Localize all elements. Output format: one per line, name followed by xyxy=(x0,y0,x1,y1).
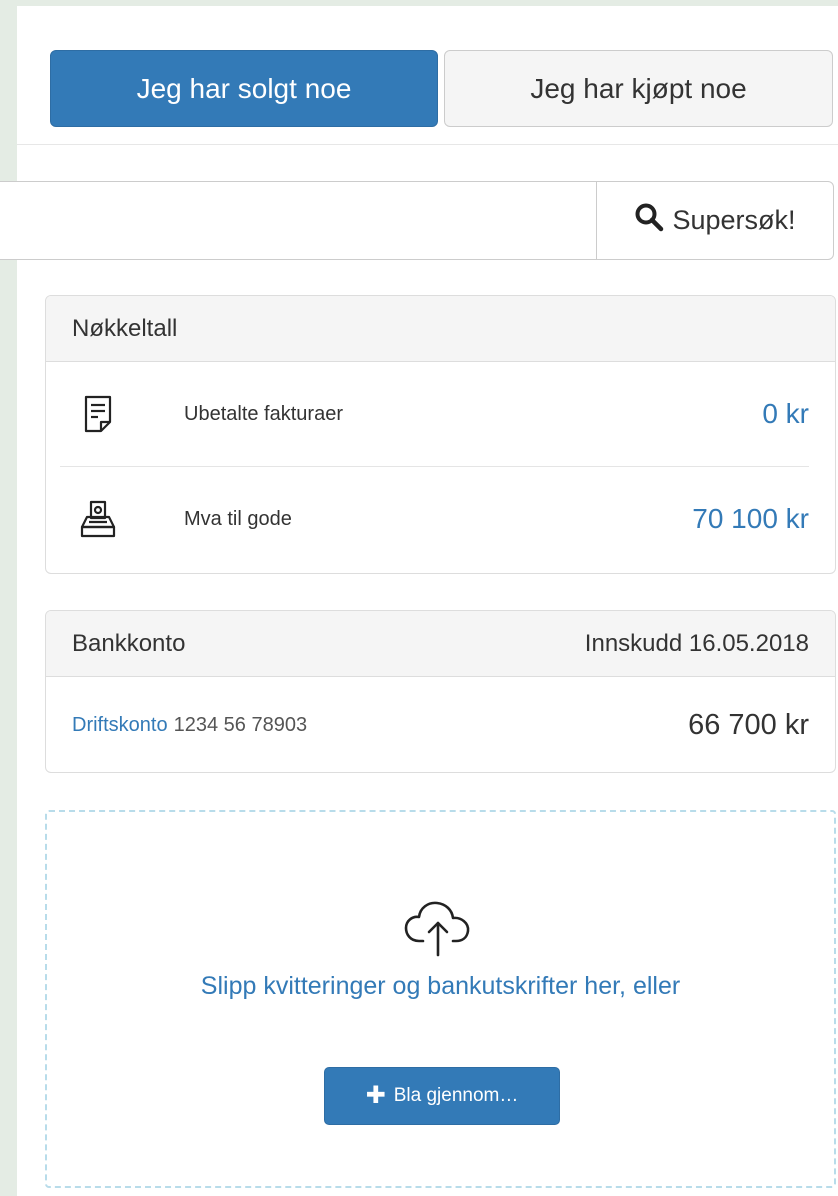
browse-button[interactable]: ✚ Bla gjennom… xyxy=(324,1067,560,1125)
account-balance: 66 700 kr xyxy=(688,708,809,741)
plus-icon: ✚ xyxy=(365,1082,386,1109)
bank-account-panel: Bankkonto Innskudd 16.05.2018 Driftskont… xyxy=(45,610,836,773)
key-figures-heading: Nøkkeltall xyxy=(46,296,835,362)
search-input[interactable] xyxy=(0,181,597,260)
tax-box-icon xyxy=(70,491,126,547)
kpi-value[interactable]: 70 100 kr xyxy=(692,503,809,535)
sold-something-button[interactable]: Jeg har solgt noe xyxy=(50,50,438,127)
bought-something-label: Jeg har kjøpt noe xyxy=(530,72,747,104)
divider xyxy=(17,144,838,145)
search-icon xyxy=(634,202,664,239)
kpi-label: Mva til gode xyxy=(184,507,292,530)
kpi-label: Ubetalte fakturaer xyxy=(184,402,343,425)
supersearch-label: Supersøk! xyxy=(672,205,796,235)
kpi-value[interactable]: 0 kr xyxy=(762,398,809,430)
cloud-upload-icon xyxy=(399,897,479,961)
main-page: Jeg har solgt noe Jeg har kjøpt noe Supe… xyxy=(0,6,838,1196)
deposit-date: Innskudd 16.05.2018 xyxy=(584,629,809,657)
kpi-row-unpaid-invoices[interactable]: Ubetalte fakturaer 0 kr xyxy=(60,362,809,466)
bought-something-button[interactable]: Jeg har kjøpt noe xyxy=(444,50,833,127)
browse-label: Bla gjennom… xyxy=(393,1085,519,1106)
account-name-link[interactable]: Driftskonto xyxy=(72,714,168,737)
kpi-row-vat-receivable[interactable]: Mva til gode 70 100 kr xyxy=(60,466,809,571)
receipt-dropzone[interactable]: Slipp kvitteringer og bankutskrifter her… xyxy=(45,810,836,1188)
bank-account-title: Bankkonto xyxy=(72,629,186,657)
key-figures-title: Nøkkeltall xyxy=(72,314,178,342)
invoice-icon xyxy=(70,386,126,442)
key-figures-panel: Nøkkeltall Ubetalte fakturaer 0 kr Mva t… xyxy=(45,295,836,574)
dropzone-instruction: Slipp kvitteringer og bankutskrifter her… xyxy=(200,972,681,1000)
bank-account-row: Driftskonto 1234 56 78903 66 700 kr xyxy=(46,677,835,772)
account-number: 1234 56 78903 xyxy=(173,713,308,736)
supersearch-button[interactable]: Supersøk! xyxy=(596,181,834,260)
sold-something-label: Jeg har solgt noe xyxy=(136,72,352,104)
bank-account-heading: Bankkonto Innskudd 16.05.2018 xyxy=(46,611,835,677)
